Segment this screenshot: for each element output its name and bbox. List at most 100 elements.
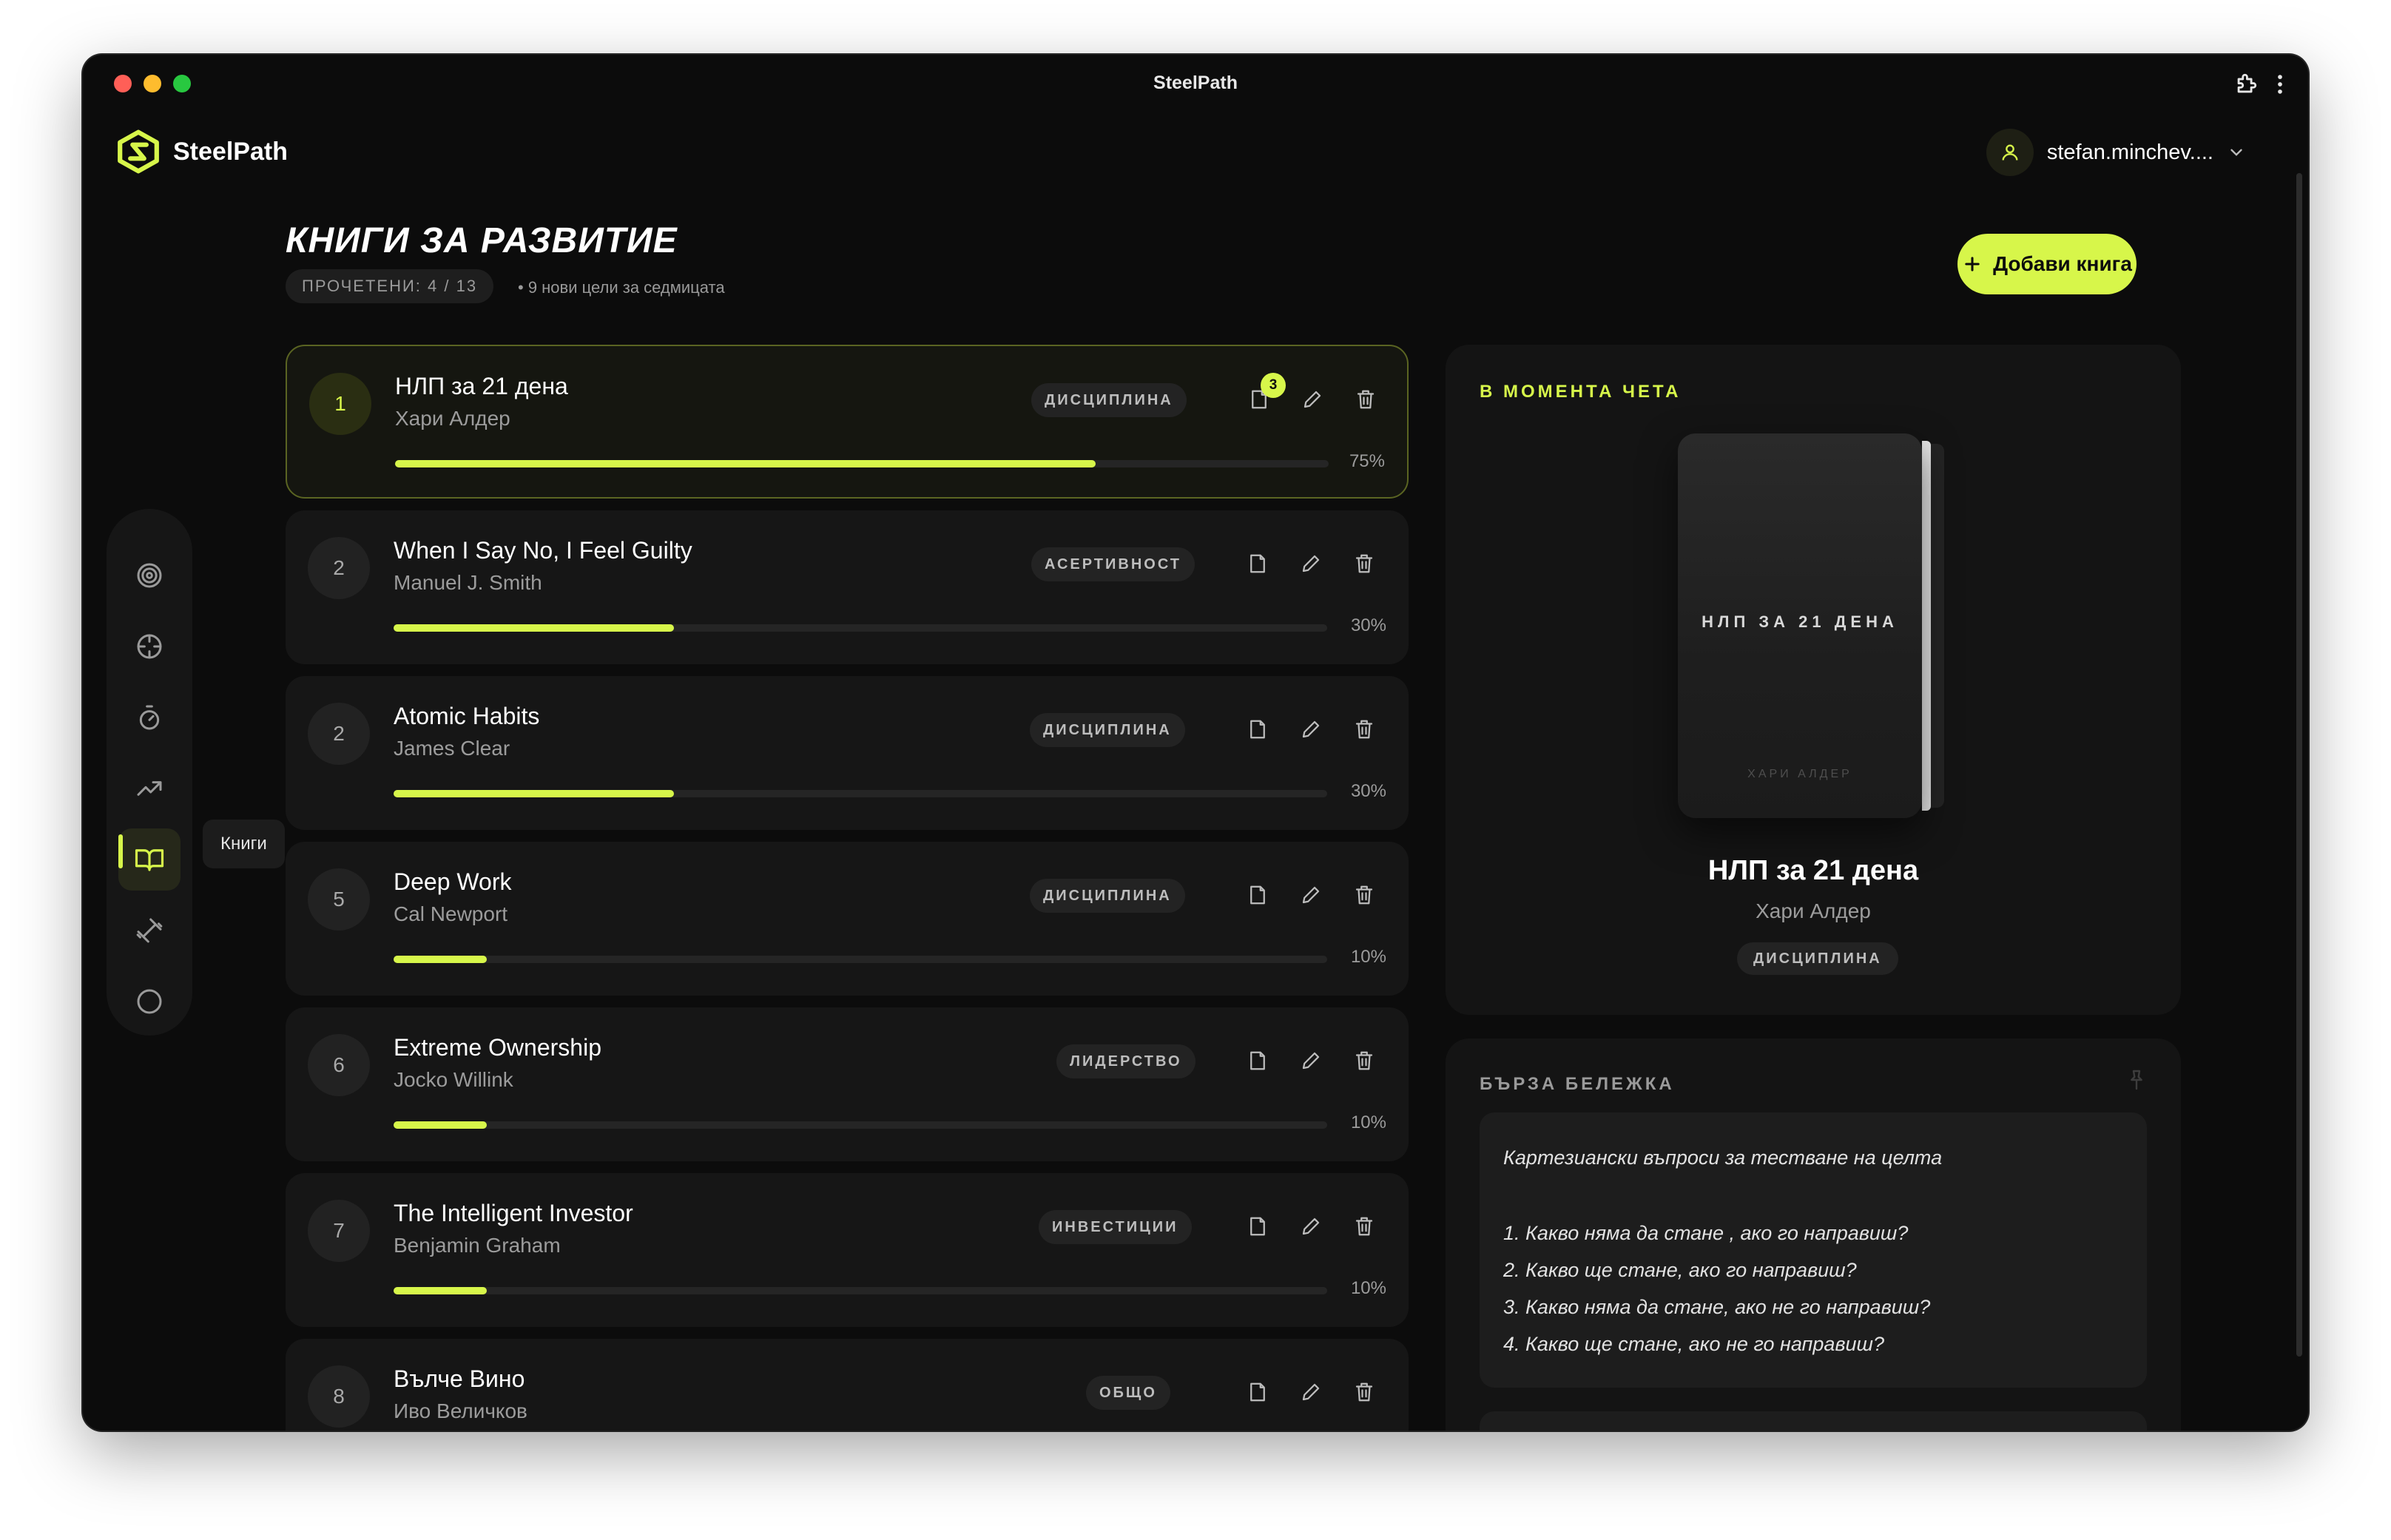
book-edit-button[interactable]: [1298, 1215, 1324, 1241]
book-delete-button[interactable]: [1351, 1215, 1377, 1241]
book-category-tag: ДИСЦИПЛИНА: [1031, 383, 1187, 417]
window-menu-button[interactable]: [2265, 70, 2295, 99]
progress-track: [394, 1287, 1327, 1294]
book-edit-button[interactable]: [1298, 1380, 1324, 1407]
book-title: Atomic Habits: [394, 703, 540, 729]
book-edit-button[interactable]: [1298, 883, 1324, 910]
book-rank: 7: [308, 1200, 370, 1262]
book-notes-button[interactable]: [1244, 1380, 1271, 1407]
now-reading-author: Хари Алдер: [1756, 899, 1871, 922]
book-rank: 1: [309, 373, 371, 435]
progress-percent: 75%: [1349, 451, 1385, 471]
target-icon: [137, 563, 162, 588]
progress-fill: [394, 1287, 488, 1294]
book-rank: 8: [308, 1365, 370, 1428]
book-delete-button[interactable]: [1351, 883, 1377, 910]
book-card[interactable]: 6 Extreme Ownership Jocko Willink ЛИДЕРСТВО…: [286, 1007, 1409, 1161]
book-cover[interactable]: НЛП ЗА 21 ДЕНА ХАРИ АЛДЕР: [1678, 433, 1944, 818]
more-vertical-icon: [2278, 75, 2282, 94]
note-line: Картезиански въпроси за тестване на целт…: [1503, 1146, 1943, 1169]
note-icon: [1247, 1215, 1269, 1241]
progress-fill: [394, 1121, 488, 1129]
book-category-tag: ДИСЦИПЛИНА: [1030, 713, 1185, 747]
sidebar-item-timer[interactable]: [118, 686, 181, 749]
note-line: 1. Какво няма да стане , ако го направиш…: [1503, 1222, 1909, 1244]
steelpath-logo-icon: [118, 129, 159, 174]
book-edit-button[interactable]: [1299, 388, 1326, 414]
progress-track: [394, 1121, 1327, 1129]
book-edit-button[interactable]: [1298, 717, 1324, 744]
quick-note-label: БЪРЗА БЕЛЕЖКА: [1480, 1074, 1675, 1094]
trash-icon: [1355, 388, 1377, 414]
book-delete-button[interactable]: [1351, 1380, 1377, 1407]
book-title: Extreme Ownership: [394, 1034, 601, 1061]
sidebar-item-progress[interactable]: [118, 757, 181, 820]
pin-note-button[interactable]: [2125, 1068, 2148, 1095]
progress-track: [394, 956, 1327, 963]
cover-pages: [1922, 441, 1931, 811]
cover-author: ХАРИ АЛДЕР: [1747, 768, 1852, 780]
book-notes-button[interactable]: [1244, 883, 1271, 910]
brand[interactable]: SteelPath: [115, 129, 288, 175]
sidebar-item-goals[interactable]: [118, 544, 181, 607]
note-icon: [1247, 718, 1269, 744]
add-book-button[interactable]: Добави книга: [1957, 234, 2137, 294]
book-notes-button[interactable]: [1244, 717, 1271, 744]
book-title: Вълче Вино: [394, 1365, 525, 1392]
user-menu[interactable]: stefan.minchev....: [1986, 129, 2246, 176]
now-reading-tag: ДИСЦИПЛИНА: [1737, 942, 1898, 975]
sidebar-item-focus[interactable]: [118, 615, 181, 678]
book-edit-button[interactable]: [1298, 1049, 1324, 1075]
progress-track: [395, 460, 1329, 467]
scrollbar[interactable]: [2296, 173, 2302, 1357]
pencil-icon: [1300, 553, 1322, 578]
book-notes-button[interactable]: [1244, 1215, 1271, 1241]
trash-icon: [1353, 884, 1375, 910]
book-notes-button[interactable]: [1244, 1049, 1271, 1075]
book-delete-button[interactable]: [1351, 717, 1377, 744]
progress-percent: 10%: [1350, 1278, 1386, 1298]
progress-percent: 30%: [1350, 781, 1386, 801]
book-card[interactable]: 7 The Intelligent Investor Benjamin Graham…: [286, 1173, 1409, 1327]
notes-count-badge: 3: [1261, 373, 1286, 398]
now-reading-label: В МОМЕНТА ЧЕТА: [1480, 382, 1682, 402]
book-title: Deep Work: [394, 868, 512, 895]
user-icon: [2002, 144, 2018, 161]
extensions-button[interactable]: [2231, 70, 2261, 99]
trash-icon: [1353, 1381, 1375, 1407]
sidebar-item-workout[interactable]: [118, 899, 181, 962]
sidebar-item-more[interactable]: [118, 970, 181, 1033]
progress-fill: [394, 624, 674, 632]
sidebar-rail: [107, 509, 192, 1036]
book-card[interactable]: 8 Вълче Вино Иво Величков ОБЩО: [286, 1339, 1409, 1431]
trash-icon: [1353, 1050, 1375, 1075]
quick-note-editor[interactable]: Картезиански въпроси за тестване на целт…: [1480, 1112, 2147, 1388]
pencil-icon: [1300, 1050, 1322, 1075]
pin-icon: [2131, 1070, 2142, 1090]
trash-icon: [1353, 553, 1375, 578]
book-delete-button[interactable]: [1351, 552, 1377, 578]
book-author: Manuel J. Smith: [394, 571, 542, 594]
avatar: [1986, 129, 2034, 176]
progress-percent: 10%: [1350, 947, 1386, 967]
book-edit-button[interactable]: [1298, 552, 1324, 578]
book-card[interactable]: 2 When I Say No, I Feel Guilty Manuel J. S…: [286, 510, 1409, 664]
sidebar-item-books[interactable]: [118, 828, 181, 891]
weekly-goals-text: • 9 нови цели за седмицата: [518, 278, 725, 297]
progress-fill: [394, 790, 674, 797]
book-card[interactable]: 2 Atomic Habits James Clear ДИСЦИПЛИНА 30%: [286, 676, 1409, 830]
book-author: Хари Алдер: [395, 407, 510, 430]
note-icon: [1247, 1381, 1269, 1407]
book-notes-button[interactable]: [1244, 552, 1271, 578]
read-counter-badge: ПРОЧЕТЕНИ: 4 / 13: [286, 269, 494, 303]
progress-fill: [395, 460, 1096, 467]
trash-icon: [1353, 1215, 1375, 1241]
note-icon: [1247, 553, 1269, 578]
cover-title: НЛП ЗА 21 ДЕНА: [1702, 612, 1898, 631]
cover-front: НЛП ЗА 21 ДЕНА ХАРИ АЛДЕР: [1678, 433, 1922, 818]
pencil-icon: [1301, 388, 1323, 414]
book-delete-button[interactable]: [1352, 388, 1379, 414]
book-delete-button[interactable]: [1351, 1049, 1377, 1075]
book-card[interactable]: 1 НЛП за 21 дена Хари Алдер ДИСЦИПЛИНА 3 75%: [286, 345, 1409, 499]
book-card[interactable]: 5 Deep Work Cal Newport ДИСЦИПЛИНА 10%: [286, 842, 1409, 996]
